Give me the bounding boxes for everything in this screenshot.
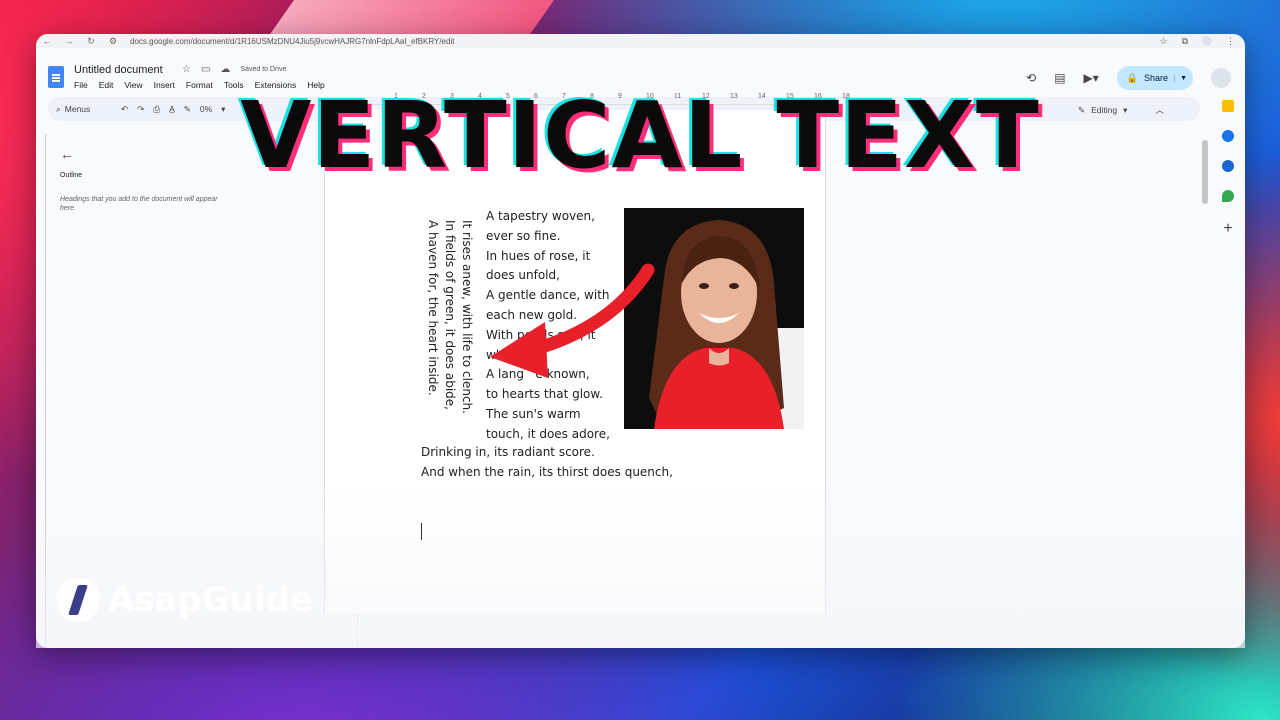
back-nav-icon[interactable]: ← [36,36,58,46]
poem-line: A gentle dance, with [486,288,610,303]
share-dropdown-icon[interactable]: ▼ [1174,74,1187,82]
address-bar: ← → ↻ ⚙ docs.google.com/document/d/1R16U… [36,34,1245,48]
poem-line: does unfold, [486,268,560,283]
poem-line: to hearts that glow. [486,387,603,402]
move-folder-icon[interactable]: ▭ [201,64,210,75]
poem-column[interactable]: A tapestry woven, ever so fine. In hues of… [486,207,616,445]
poem-line: each new gold. [486,307,578,322]
maps-icon[interactable] [1222,190,1234,202]
brand-watermark: AsapGuide [56,578,313,622]
inserted-photo[interactable] [624,208,804,429]
poem-line: A lang e known, [486,367,590,382]
site-settings-icon[interactable]: ⚙ [102,36,124,47]
reload-icon[interactable]: ↻ [80,36,102,47]
saved-status: Saved to Drive [240,66,287,73]
photo-illustration [624,208,804,429]
browser-menu-icon[interactable]: ⋮ [1226,36,1235,47]
extensions-icon[interactable]: ⧉ [1182,36,1188,47]
browser-profile-avatar[interactable] [1202,35,1212,46]
poem-line: With petals soft, it [486,327,596,342]
star-icon[interactable]: ☆ [182,64,191,75]
poem-tail[interactable]: Drinking in, its radiant score. And when … [421,443,673,483]
brand-name: AsapGuide [108,580,313,620]
cloud-saved-icon: ☁ [220,64,231,75]
bottom-fade [36,480,1245,648]
vertical-line-2: In fields of green, it does abide, [443,220,457,410]
poem-line: A tapestry woven, [486,209,595,223]
bookmark-star-icon[interactable]: ☆ [1159,36,1167,47]
headline-overlay: VERTICAL TEXT [240,82,1040,189]
forward-nav-icon[interactable]: → [58,36,80,46]
poem-line: wh [486,347,504,362]
poem-line: ever so fine. [486,228,561,243]
document-title[interactable]: Untitled document [74,64,163,76]
vertical-line-1: It rises anew, with life to clench. [460,220,474,414]
outline-hint: Headings that you add to the document wi… [60,196,218,213]
poem-line: In hues of rose, it [486,248,591,263]
vertical-text-block[interactable]: It rises anew, with life to clench. In f… [424,220,475,414]
poem-line: touch, it does adore, [486,426,610,441]
poem-line: Drinking in, its radiant score. [421,445,595,459]
url-text[interactable]: docs.google.com/document/d/1R16USMzDNU4J… [130,37,454,46]
add-app-icon[interactable]: + [1223,220,1232,238]
brand-logo-icon [56,578,100,622]
poem-line: The sun's warm [486,406,581,421]
vertical-line-3: A haven for, the heart inside. [426,220,440,396]
title-actions: ☆ ▭ ☁ Saved to Drive [182,64,286,75]
